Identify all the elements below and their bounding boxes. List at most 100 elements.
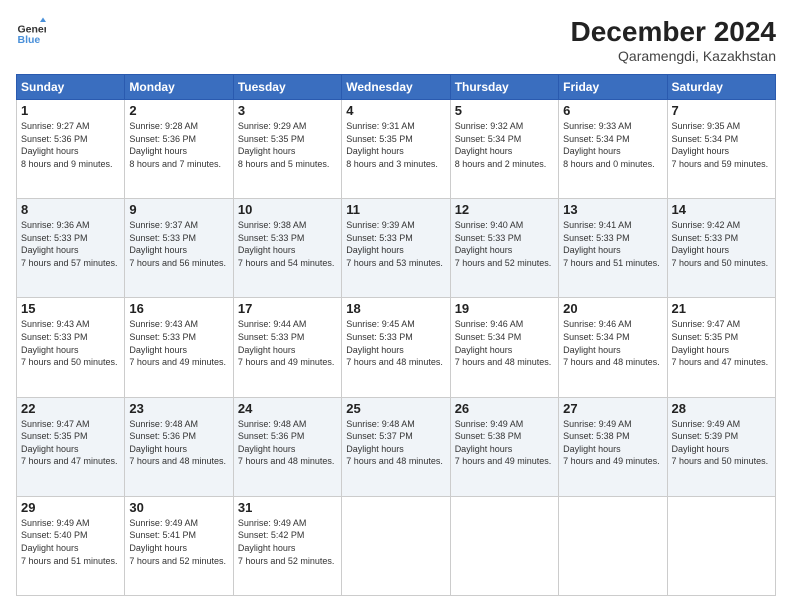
week-row-3: 15 Sunrise: 9:43 AMSunset: 5:33 PMDayligh… (17, 298, 776, 397)
table-row: 16 Sunrise: 9:43 AMSunset: 5:33 PMDayligh… (125, 298, 233, 397)
day-info: Sunrise: 9:39 AMSunset: 5:33 PMDaylight … (346, 219, 445, 269)
day-info: Sunrise: 9:48 AMSunset: 5:37 PMDaylight … (346, 418, 445, 468)
day-info: Sunrise: 9:36 AMSunset: 5:33 PMDaylight … (21, 219, 120, 269)
day-info: Sunrise: 9:28 AMSunset: 5:36 PMDaylight … (129, 120, 228, 170)
logo-icon: General Blue (16, 16, 46, 46)
header-monday: Monday (125, 75, 233, 100)
logo: General Blue (16, 16, 46, 46)
day-number: 24 (238, 401, 337, 416)
calendar-title: December 2024 (571, 16, 776, 48)
week-row-2: 8 Sunrise: 9:36 AMSunset: 5:33 PMDaylight… (17, 199, 776, 298)
day-number: 27 (563, 401, 662, 416)
day-number: 25 (346, 401, 445, 416)
day-info: Sunrise: 9:41 AMSunset: 5:33 PMDaylight … (563, 219, 662, 269)
day-info: Sunrise: 9:43 AMSunset: 5:33 PMDaylight … (21, 318, 120, 368)
table-row (667, 496, 775, 595)
day-info: Sunrise: 9:45 AMSunset: 5:33 PMDaylight … (346, 318, 445, 368)
table-row: 12 Sunrise: 9:40 AMSunset: 5:33 PMDayligh… (450, 199, 558, 298)
day-info: Sunrise: 9:43 AMSunset: 5:33 PMDaylight … (129, 318, 228, 368)
table-row: 21Sunrise: 9:47 AMSunset: 5:35 PMDayligh… (667, 298, 775, 397)
week-row-1: 1 Sunrise: 9:27 AMSunset: 5:36 PMDaylight… (17, 100, 776, 199)
table-row: 3Sunrise: 9:29 AMSunset: 5:35 PMDaylight… (233, 100, 341, 199)
table-row: 11 Sunrise: 9:39 AMSunset: 5:33 PMDayligh… (342, 199, 450, 298)
day-number: 11 (346, 202, 445, 217)
day-number: 29 (21, 500, 120, 515)
header-saturday: Saturday (667, 75, 775, 100)
day-info: Sunrise: 9:35 AMSunset: 5:34 PMDaylight … (672, 120, 771, 170)
table-row: 30 Sunrise: 9:49 AMSunset: 5:41 PMDayligh… (125, 496, 233, 595)
day-number: 16 (129, 301, 228, 316)
day-info: Sunrise: 9:47 AMSunset: 5:35 PMDaylight … (672, 318, 771, 368)
table-row: 13 Sunrise: 9:41 AMSunset: 5:33 PMDayligh… (559, 199, 667, 298)
day-info: Sunrise: 9:48 AMSunset: 5:36 PMDaylight … (238, 418, 337, 468)
table-row: 6 Sunrise: 9:33 AMSunset: 5:34 PMDaylight… (559, 100, 667, 199)
weekday-header-row: Sunday Monday Tuesday Wednesday Thursday… (17, 75, 776, 100)
day-number: 2 (129, 103, 228, 118)
day-info: Sunrise: 9:46 AMSunset: 5:34 PMDaylight … (455, 318, 554, 368)
day-info: Sunrise: 9:37 AMSunset: 5:33 PMDaylight … (129, 219, 228, 269)
week-row-5: 29Sunrise: 9:49 AMSunset: 5:40 PMDayligh… (17, 496, 776, 595)
page: General Blue December 2024 Qaramengdi, K… (0, 0, 792, 612)
table-row: 23Sunrise: 9:48 AMSunset: 5:36 PMDayligh… (125, 397, 233, 496)
day-number: 3 (238, 103, 337, 118)
day-number: 9 (129, 202, 228, 217)
day-info: Sunrise: 9:38 AMSunset: 5:33 PMDaylight … (238, 219, 337, 269)
table-row: 29Sunrise: 9:49 AMSunset: 5:40 PMDayligh… (17, 496, 125, 595)
week-row-4: 22 Sunrise: 9:47 AMSunset: 5:35 PMDayligh… (17, 397, 776, 496)
day-number: 14 (672, 202, 771, 217)
day-info: Sunrise: 9:31 AMSunset: 5:35 PMDaylight … (346, 120, 445, 170)
day-info: Sunrise: 9:27 AMSunset: 5:36 PMDaylight … (21, 120, 120, 170)
table-row: 26 Sunrise: 9:49 AMSunset: 5:38 PMDayligh… (450, 397, 558, 496)
table-row: 10 Sunrise: 9:38 AMSunset: 5:33 PMDayligh… (233, 199, 341, 298)
table-row: 18 Sunrise: 9:45 AMSunset: 5:33 PMDayligh… (342, 298, 450, 397)
day-info: Sunrise: 9:44 AMSunset: 5:33 PMDaylight … (238, 318, 337, 368)
table-row: 20 Sunrise: 9:46 AMSunset: 5:34 PMDayligh… (559, 298, 667, 397)
day-number: 10 (238, 202, 337, 217)
day-info: Sunrise: 9:49 AMSunset: 5:38 PMDaylight … (455, 418, 554, 468)
day-info: Sunrise: 9:47 AMSunset: 5:35 PMDaylight … (21, 418, 120, 468)
table-row: 22 Sunrise: 9:47 AMSunset: 5:35 PMDayligh… (17, 397, 125, 496)
day-number: 22 (21, 401, 120, 416)
day-number: 19 (455, 301, 554, 316)
calendar-table: Sunday Monday Tuesday Wednesday Thursday… (16, 74, 776, 596)
day-info: Sunrise: 9:40 AMSunset: 5:33 PMDaylight … (455, 219, 554, 269)
table-row: 2 Sunrise: 9:28 AMSunset: 5:36 PMDaylight… (125, 100, 233, 199)
table-row: 5Sunrise: 9:32 AMSunset: 5:34 PMDaylight… (450, 100, 558, 199)
table-row: 28Sunrise: 9:49 AMSunset: 5:39 PMDayligh… (667, 397, 775, 496)
day-number: 13 (563, 202, 662, 217)
day-info: Sunrise: 9:46 AMSunset: 5:34 PMDaylight … (563, 318, 662, 368)
day-number: 8 (21, 202, 120, 217)
day-number: 12 (455, 202, 554, 217)
header: General Blue December 2024 Qaramengdi, K… (16, 16, 776, 64)
table-row: 19 Sunrise: 9:46 AMSunset: 5:34 PMDayligh… (450, 298, 558, 397)
table-row (450, 496, 558, 595)
day-info: Sunrise: 9:49 AMSunset: 5:38 PMDaylight … (563, 418, 662, 468)
table-row: 1 Sunrise: 9:27 AMSunset: 5:36 PMDaylight… (17, 100, 125, 199)
day-number: 4 (346, 103, 445, 118)
day-number: 17 (238, 301, 337, 316)
day-info: Sunrise: 9:33 AMSunset: 5:34 PMDaylight … (563, 120, 662, 170)
day-number: 30 (129, 500, 228, 515)
header-wednesday: Wednesday (342, 75, 450, 100)
day-number: 20 (563, 301, 662, 316)
table-row (559, 496, 667, 595)
table-row: 25 Sunrise: 9:48 AMSunset: 5:37 PMDayligh… (342, 397, 450, 496)
day-number: 7 (672, 103, 771, 118)
day-number: 18 (346, 301, 445, 316)
day-number: 6 (563, 103, 662, 118)
svg-text:Blue: Blue (18, 34, 41, 46)
table-row: 27 Sunrise: 9:49 AMSunset: 5:38 PMDayligh… (559, 397, 667, 496)
table-row: 17 Sunrise: 9:44 AMSunset: 5:33 PMDayligh… (233, 298, 341, 397)
day-number: 1 (21, 103, 120, 118)
day-info: Sunrise: 9:49 AMSunset: 5:42 PMDaylight … (238, 517, 337, 567)
table-row: 8 Sunrise: 9:36 AMSunset: 5:33 PMDaylight… (17, 199, 125, 298)
day-info: Sunrise: 9:49 AMSunset: 5:41 PMDaylight … (129, 517, 228, 567)
day-number: 15 (21, 301, 120, 316)
day-number: 26 (455, 401, 554, 416)
day-info: Sunrise: 9:42 AMSunset: 5:33 PMDaylight … (672, 219, 771, 269)
table-row (342, 496, 450, 595)
calendar-subtitle: Qaramengdi, Kazakhstan (571, 48, 776, 64)
day-info: Sunrise: 9:48 AMSunset: 5:36 PMDaylight … (129, 418, 228, 468)
table-row: 4 Sunrise: 9:31 AMSunset: 5:35 PMDaylight… (342, 100, 450, 199)
calendar-body: 1 Sunrise: 9:27 AMSunset: 5:36 PMDaylight… (17, 100, 776, 596)
